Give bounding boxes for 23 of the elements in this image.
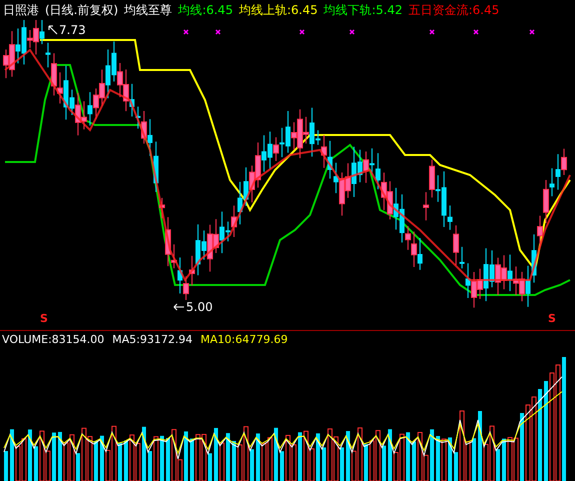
security-name: 日照港 [3, 2, 39, 18]
cross-marker-icon [473, 29, 479, 35]
period-label: (日线.前复权) [45, 2, 118, 18]
cross-marker-icon [215, 29, 221, 35]
cross-marker-icon [299, 29, 305, 35]
volume-value: MA10:64779.69 [200, 332, 288, 346]
cross-marker-icon [349, 29, 355, 35]
sell-signal: S [40, 312, 48, 325]
low-price-label: 5.00 [186, 300, 213, 314]
indicator-name: 均线至尊 [124, 2, 172, 18]
indicator-value: 均线:6.45 [178, 2, 233, 18]
cross-marker-icon [529, 29, 535, 35]
indicator-value: 均线下轨:5.42 [324, 2, 402, 18]
indicator-value: 五日资金流:6.45 [408, 2, 500, 18]
arrow-icon [48, 25, 58, 35]
high-price-label: 7.73 [59, 23, 86, 37]
indicator-value: 均线上轨:6.45 [238, 2, 318, 18]
cross-marker-icon [429, 29, 435, 35]
arrow-icon [173, 303, 185, 311]
cross-marker-icon [183, 29, 189, 35]
volume-value: VOLUME:83154.00 [2, 332, 104, 346]
sell-signal: S [548, 312, 556, 325]
volume-value: MA5:93172.94 [112, 332, 192, 346]
